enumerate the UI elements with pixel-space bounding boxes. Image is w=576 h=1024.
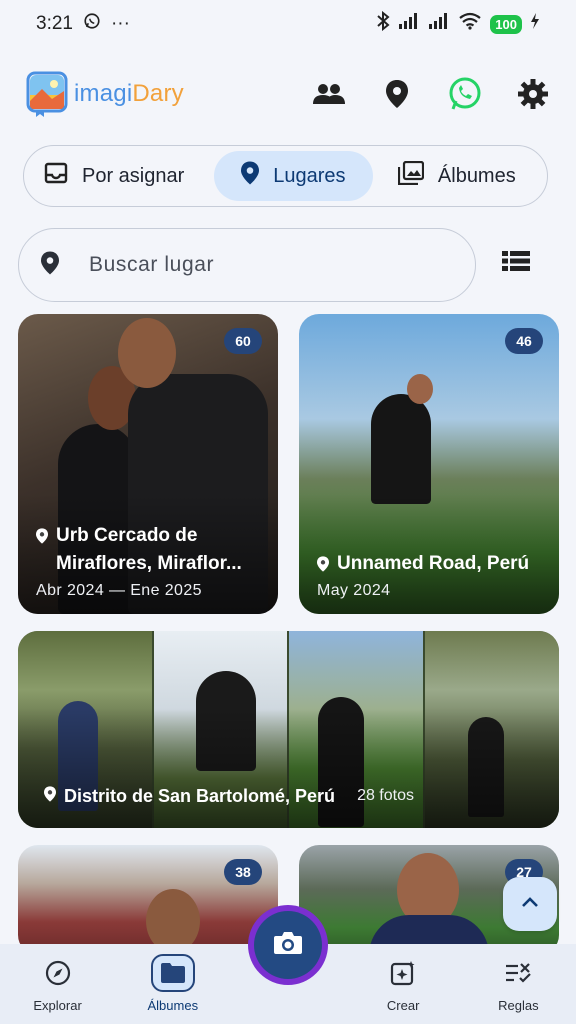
chevron-up-icon <box>521 895 539 913</box>
nav-label: Explorar <box>33 998 82 1013</box>
status-time: 3:21 <box>36 13 73 34</box>
place-title: Urb Cercado de Miraflores, Miraflor... <box>56 525 242 574</box>
photo-person-head <box>118 318 176 388</box>
card-caption: Unnamed Road, Perú May 2024 <box>317 550 547 600</box>
whatsapp-icon[interactable] <box>448 77 482 111</box>
people-icon[interactable] <box>312 77 346 111</box>
status-bar: 3:21 ··· 100 <box>0 0 576 48</box>
whatsapp-status-icon <box>83 12 101 36</box>
signal-icon-2 <box>428 12 450 36</box>
photo-count-badge: 60 <box>224 328 262 354</box>
magic-create-icon <box>381 954 425 992</box>
nav-reglas[interactable]: Reglas <box>461 944 576 1024</box>
place-card[interactable]: 38 <box>18 845 278 955</box>
photo-count-badge: 46 <box>505 328 543 354</box>
battery-badge: 100 <box>490 14 522 34</box>
card-caption: Urb Cercado de Miraflores, Miraflor... A… <box>36 522 266 600</box>
signal-icon-1 <box>398 12 420 36</box>
place-title: Distrito de San Bartolomé, Perú <box>64 786 336 806</box>
location-pin-icon <box>317 556 329 577</box>
nav-crear[interactable]: Crear <box>346 944 461 1024</box>
tab-label: Por asignar <box>82 164 185 187</box>
nav-label: Crear <box>386 998 420 1013</box>
location-pin-icon <box>36 528 48 549</box>
bluetooth-icon <box>376 10 390 37</box>
folder-icon <box>150 954 195 992</box>
camera-icon <box>273 930 303 961</box>
settings-gear-icon[interactable] <box>516 77 550 111</box>
view-tabs: Por asignar Lugares Álbumes <box>23 145 548 207</box>
place-date-range: Abr 2024 — Ene 2025 <box>36 582 202 599</box>
inbox-icon <box>44 162 68 190</box>
compass-icon <box>36 954 80 992</box>
location-pin-icon <box>44 785 56 807</box>
place-photo-count: 28 fotos <box>357 787 414 804</box>
place-card[interactable]: 60 Urb Cercado de Miraflores, Miraflor..… <box>18 314 278 614</box>
camera-button[interactable] <box>248 905 328 985</box>
list-view-icon[interactable] <box>502 250 542 280</box>
place-card-wide[interactable]: Distrito de San Bartolomé, Perú 28 fotos <box>18 631 559 828</box>
photo-count-badge: 38 <box>224 859 262 885</box>
location-pin-icon <box>41 251 59 280</box>
more-notifications-icon: ··· <box>110 13 130 34</box>
app-name: imagiDary <box>74 80 184 107</box>
search-input[interactable] <box>89 253 409 277</box>
place-card[interactable]: 46 Unnamed Road, Perú May 2024 <box>299 314 559 614</box>
camera-button-inner <box>254 911 322 979</box>
photo-person-head <box>407 374 433 404</box>
tab-albumes[interactable]: Álbumes <box>373 151 541 201</box>
wifi-icon <box>458 12 482 36</box>
rules-icon <box>496 954 540 992</box>
charging-icon <box>530 13 540 35</box>
scroll-to-top-button[interactable] <box>503 877 557 931</box>
app-bar: imagiDary <box>0 60 576 128</box>
card-shade <box>18 708 559 828</box>
tab-lugares[interactable]: Lugares <box>214 151 373 201</box>
card-caption: Distrito de San Bartolomé, Perú 28 fotos <box>44 782 547 810</box>
nav-label: Álbumes <box>147 998 199 1013</box>
tab-label: Lugares <box>273 164 346 187</box>
nav-label: Reglas <box>498 998 539 1013</box>
photo-person <box>371 394 431 504</box>
tab-por-asignar[interactable]: Por asignar <box>30 151 214 201</box>
photo-library-icon <box>397 160 425 191</box>
location-pin-icon[interactable] <box>380 77 414 111</box>
tab-label: Álbumes <box>437 164 516 187</box>
nav-albumes[interactable]: Álbumes <box>115 944 230 1024</box>
nav-explorar[interactable]: Explorar <box>0 944 115 1024</box>
place-title: Unnamed Road, Perú <box>337 553 530 574</box>
app-logo-icon <box>26 71 70 117</box>
location-pin-icon <box>241 161 260 191</box>
search-bar <box>18 228 476 302</box>
app-logo: imagiDary <box>26 71 184 117</box>
place-date-range: May 2024 <box>317 582 391 599</box>
